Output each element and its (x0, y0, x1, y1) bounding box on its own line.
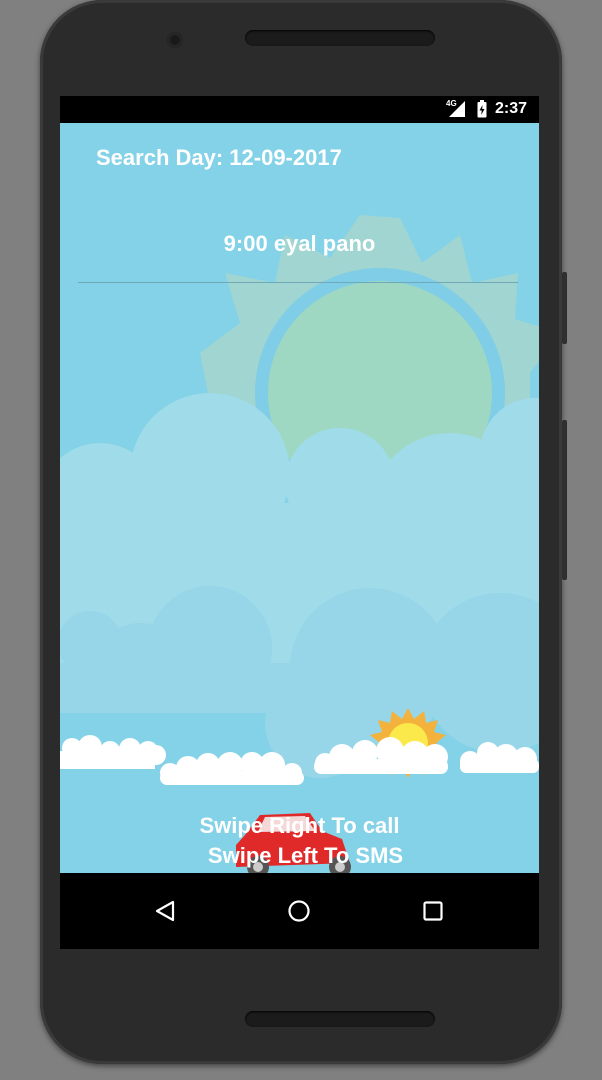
appointment-time: 9:00 (223, 231, 268, 256)
appointment-name: eyal pano (273, 231, 376, 256)
back-icon[interactable] (145, 891, 185, 931)
battery-icon (477, 100, 487, 118)
top-speaker (245, 30, 435, 46)
screen: 4G 2:37 Search Day: 12-09-2017 9:00 eyal… (60, 96, 539, 949)
bottom-speaker (245, 1011, 435, 1027)
appointment-divider (78, 282, 518, 283)
power-button (562, 272, 567, 344)
swipe-right-hint: Swipe Right To call (199, 813, 400, 838)
front-camera (167, 32, 183, 48)
home-icon[interactable] (279, 891, 319, 931)
status-bar: 4G 2:37 (60, 96, 539, 123)
signal-icon (449, 101, 465, 117)
recents-icon[interactable] (413, 891, 453, 931)
search-day-label: Search Day: 12-09-2017 (96, 145, 342, 170)
app-content[interactable]: Search Day: 12-09-2017 9:00 eyal pano Sw… (60, 123, 539, 873)
navigation-bar (60, 873, 539, 949)
swipe-left-hint: Swipe Left To SMS (207, 843, 404, 868)
appointment-item[interactable]: 9:00 eyal pano (60, 231, 539, 257)
volume-button (562, 420, 567, 580)
status-time: 2:37 (494, 100, 527, 117)
